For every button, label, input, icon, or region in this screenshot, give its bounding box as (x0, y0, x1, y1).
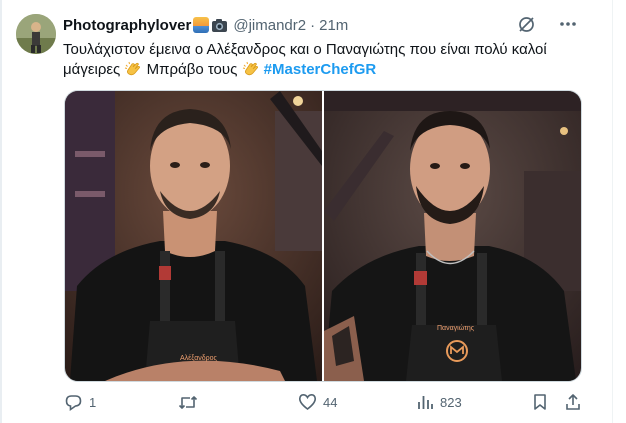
hashtag-link[interactable]: #MasterChefGR (264, 61, 377, 78)
views-button[interactable]: 823 (416, 393, 462, 411)
tweet-media[interactable]: Αλέξανδρος Παναγιώτης (64, 90, 582, 382)
analytics-icon (418, 396, 433, 409)
grok-icon[interactable] (516, 14, 536, 34)
retweet-button[interactable] (178, 393, 204, 412)
tweet-text-segment: μάγειρες (63, 61, 121, 78)
tweet-actions: 1 44 823 (58, 393, 588, 415)
sunset-emoji-icon (193, 17, 210, 33)
reply-icon (65, 395, 82, 412)
separator-dot: · (310, 16, 316, 34)
tweet-top-actions (516, 14, 578, 34)
camera-emoji-icon (211, 18, 228, 33)
share-button[interactable] (564, 393, 582, 411)
photo-right[interactable]: Παναγιώτης (324, 91, 581, 381)
timeline-border (612, 0, 613, 423)
bookmark-icon (534, 394, 546, 410)
tweet-time[interactable]: 21m (319, 17, 348, 34)
like-count: 44 (323, 394, 338, 410)
tweet-header: Photographylover @jimandr2 · 21m (63, 15, 348, 35)
clapping-hands-emoji-icon (124, 61, 142, 77)
tweet-text-segment: Μπράβο τους (146, 61, 238, 78)
apron-name-left: Αλέξανδρος (180, 355, 217, 362)
apron-name-right: Παναγιώτης (437, 325, 475, 332)
heart-icon (299, 393, 316, 411)
share-icon (566, 394, 580, 410)
chef-photo-right (324, 91, 581, 381)
avatar[interactable] (16, 14, 56, 54)
display-name[interactable]: Photographylover (63, 17, 191, 34)
retweet-icon (178, 396, 198, 409)
photo-left[interactable]: Αλέξανδρος (65, 91, 322, 381)
reply-count: 1 (89, 395, 97, 410)
avatar-image (16, 14, 56, 54)
author-handle[interactable]: @jimandr2 (233, 17, 306, 34)
chef-photo-left (65, 91, 322, 381)
page-edge (0, 0, 2, 423)
reply-button[interactable]: 1 (64, 393, 96, 412)
tweet-text-line2: μάγειρες Μπράβο τους #MasterChefGR (63, 60, 583, 80)
tweet-text-line1: Τουλάχιστον έμεινα ο Αλέξανδρος και ο Πα… (63, 41, 547, 58)
more-options-icon[interactable] (558, 14, 578, 34)
views-count: 823 (440, 394, 462, 410)
like-button[interactable]: 44 (298, 393, 337, 411)
bookmark-button[interactable] (532, 393, 548, 411)
tweet-text: Τουλάχιστον έμεινα ο Αλέξανδρος και ο Πα… (63, 40, 583, 80)
clapping-hands-emoji-icon (242, 61, 260, 77)
